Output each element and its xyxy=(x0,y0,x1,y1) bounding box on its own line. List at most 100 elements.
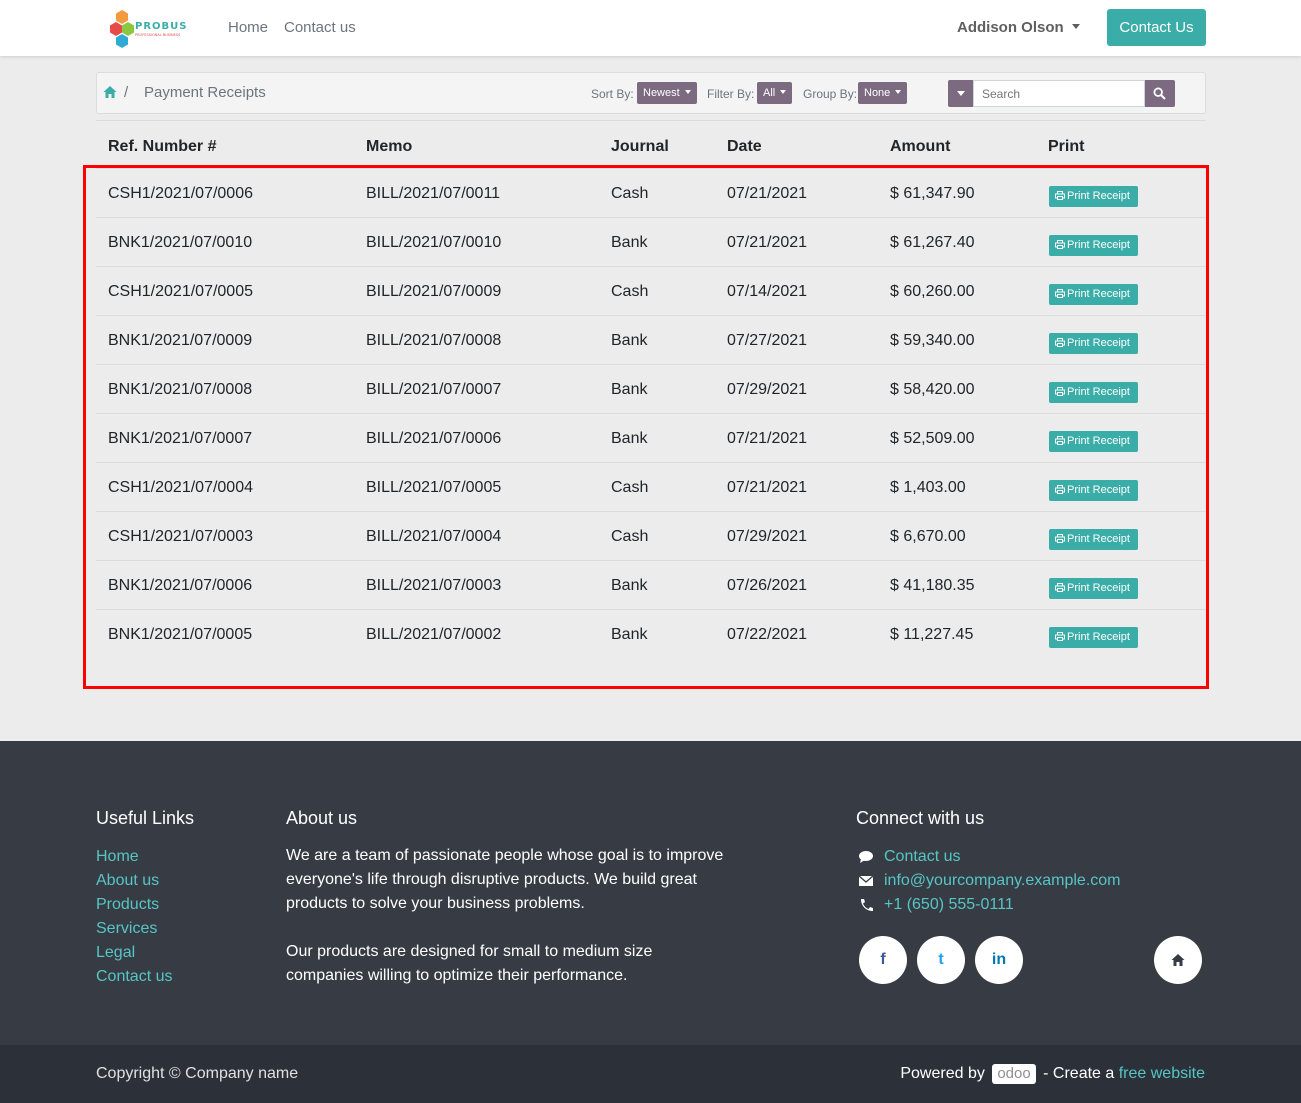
print-receipt-button[interactable]: Print Receipt xyxy=(1049,333,1138,354)
filter-dropdown[interactable]: All xyxy=(757,82,793,104)
cell-memo: BILL/2021/07/0010 xyxy=(366,234,502,251)
print-receipt-button[interactable]: Print Receipt xyxy=(1049,431,1138,452)
header-print: Print xyxy=(1048,138,1085,155)
home-button[interactable] xyxy=(1154,936,1202,984)
odoo-logo[interactable]: odoo xyxy=(992,1064,1036,1084)
cell-memo: BILL/2021/07/0007 xyxy=(366,381,502,398)
cell-ref: CSH1/2021/07/0003 xyxy=(108,528,253,545)
print-receipt-label: Print Receipt xyxy=(1067,190,1130,202)
print-receipt-label: Print Receipt xyxy=(1067,386,1130,398)
print-icon xyxy=(1055,191,1065,200)
cell-date: 07/21/2021 xyxy=(727,479,808,496)
header-date: Date xyxy=(727,138,762,155)
connect-contact-link[interactable]: Contact us xyxy=(884,848,960,866)
footer-link-home[interactable]: Home xyxy=(96,848,139,866)
filter-value: All xyxy=(763,87,776,99)
print-receipt-button[interactable]: Print Receipt xyxy=(1049,186,1138,207)
footer-link-products[interactable]: Products xyxy=(96,896,159,914)
free-website-link[interactable]: free website xyxy=(1119,1065,1205,1082)
print-receipt-label: Print Receipt xyxy=(1067,239,1130,251)
print-receipt-button[interactable]: Print Receipt xyxy=(1049,480,1138,501)
group-dropdown[interactable]: None xyxy=(858,82,908,104)
sort-value: Newest xyxy=(643,87,680,99)
cell-ref: CSH1/2021/07/0004 xyxy=(108,479,253,496)
cell-date: 07/29/2021 xyxy=(727,528,808,545)
home-icon xyxy=(1171,954,1185,966)
contact-us-button[interactable]: Contact Us xyxy=(1107,9,1206,46)
table-row: BNK1/2021/07/0007 BILL/2021/07/0006 Bank 07… xyxy=(96,413,1206,462)
table-row: BNK1/2021/07/0009 BILL/2021/07/0008 Bank 07… xyxy=(96,315,1206,364)
facebook-icon: f xyxy=(880,951,886,968)
sort-dropdown[interactable]: Newest xyxy=(637,82,697,104)
cell-memo: BILL/2021/07/0004 xyxy=(366,528,502,545)
svg-text:PROBUSE: PROBUSE xyxy=(135,21,188,32)
about-line: companies willing to optimize their perf… xyxy=(286,967,628,984)
cell-amount: $ 58,420.00 xyxy=(890,381,975,398)
home-icon[interactable] xyxy=(103,85,117,99)
footer-link-contact[interactable]: Contact us xyxy=(96,968,172,986)
search-button[interactable] xyxy=(1145,80,1175,107)
print-icon xyxy=(1055,387,1065,396)
useful-links-title: Useful Links xyxy=(96,808,195,828)
print-receipt-button[interactable]: Print Receipt xyxy=(1049,627,1138,648)
header-ref: Ref. Number # xyxy=(108,138,217,155)
caret-down-icon xyxy=(895,90,902,94)
cell-amount: $ 61,267.40 xyxy=(890,234,975,251)
cell-memo: BILL/2021/07/0008 xyxy=(366,332,502,349)
cell-journal: Cash xyxy=(611,185,649,202)
phone-link[interactable]: +1 (650) 555-0111 xyxy=(884,896,1014,914)
caret-down-icon xyxy=(780,90,787,94)
table-header: Ref. Number # Memo Journal Date Amount P… xyxy=(96,120,1206,168)
about-text-1: We are a team of passionate people whose… xyxy=(286,844,723,916)
footer-link-services[interactable]: Services xyxy=(96,920,157,938)
footer-link-legal[interactable]: Legal xyxy=(96,944,135,962)
copyright-bar: Copyright © Company name Powered by odoo… xyxy=(0,1045,1301,1103)
cell-journal: Cash xyxy=(611,283,649,300)
table-row: CSH1/2021/07/0006 BILL/2021/07/0011 Cash 07… xyxy=(96,168,1206,217)
search-input[interactable] xyxy=(973,80,1145,107)
cell-amount: $ 61,347.90 xyxy=(890,185,975,202)
twitter-button[interactable]: t xyxy=(917,936,965,984)
group-label: Group By: xyxy=(803,87,858,101)
about-line: everyone's life through disruptive produ… xyxy=(286,871,697,888)
cell-date: 07/14/2021 xyxy=(727,283,808,300)
cell-journal: Cash xyxy=(611,528,649,545)
cell-ref: BNK1/2021/07/0010 xyxy=(108,234,253,251)
cell-date: 07/22/2021 xyxy=(727,626,808,643)
print-icon xyxy=(1055,338,1065,347)
cell-journal: Bank xyxy=(611,577,648,594)
cell-amount: $ 52,509.00 xyxy=(890,430,975,447)
nav-contact-link[interactable]: Contact us xyxy=(284,19,356,36)
table-row: BNK1/2021/07/0006 BILL/2021/07/0003 Bank 07… xyxy=(96,560,1206,609)
user-menu[interactable]: Addison Olson xyxy=(957,19,1080,36)
print-receipt-button[interactable]: Print Receipt xyxy=(1049,529,1138,550)
nav-home-link[interactable]: Home xyxy=(228,19,268,36)
table-row: CSH1/2021/07/0005 BILL/2021/07/0009 Cash 07… xyxy=(96,266,1206,315)
group-value: None xyxy=(864,87,891,99)
filter-label: Filter By: xyxy=(707,87,755,101)
print-receipt-button[interactable]: Print Receipt xyxy=(1049,578,1138,599)
footer-link-about[interactable]: About us xyxy=(96,872,159,890)
print-receipt-button[interactable]: Print Receipt xyxy=(1049,284,1138,305)
print-receipt-button[interactable]: Print Receipt xyxy=(1049,382,1138,403)
navbar: PROBUSE PROFESSIONAL BUSINESS Home Conta… xyxy=(0,0,1301,56)
email-link[interactable]: info@yourcompany.example.com xyxy=(884,872,1121,890)
linkedin-button[interactable]: in xyxy=(975,936,1023,984)
cell-amount: $ 6,670.00 xyxy=(890,528,966,545)
probuse-logo[interactable]: PROBUSE PROFESSIONAL BUSINESS xyxy=(108,8,194,48)
print-icon xyxy=(1055,485,1065,494)
search-options-dropdown[interactable] xyxy=(948,80,973,107)
cell-ref: CSH1/2021/07/0006 xyxy=(108,185,253,202)
facebook-button[interactable]: f xyxy=(859,936,907,984)
cell-amount: $ 11,227.45 xyxy=(890,626,974,643)
create-text: - Create a xyxy=(1043,1065,1115,1082)
table-row: CSH1/2021/07/0004 BILL/2021/07/0005 Cash 07… xyxy=(96,462,1206,511)
cell-amount: $ 41,180.35 xyxy=(890,577,975,594)
about-line: Our products are designed for small to m… xyxy=(286,943,653,960)
print-receipt-button[interactable]: Print Receipt xyxy=(1049,235,1138,256)
print-receipt-label: Print Receipt xyxy=(1067,582,1130,594)
table-row: CSH1/2021/07/0003 BILL/2021/07/0004 Cash 07… xyxy=(96,511,1206,560)
cell-ref: BNK1/2021/07/0007 xyxy=(108,430,253,447)
about-title: About us xyxy=(286,808,358,828)
cell-ref: BNK1/2021/07/0009 xyxy=(108,332,253,349)
